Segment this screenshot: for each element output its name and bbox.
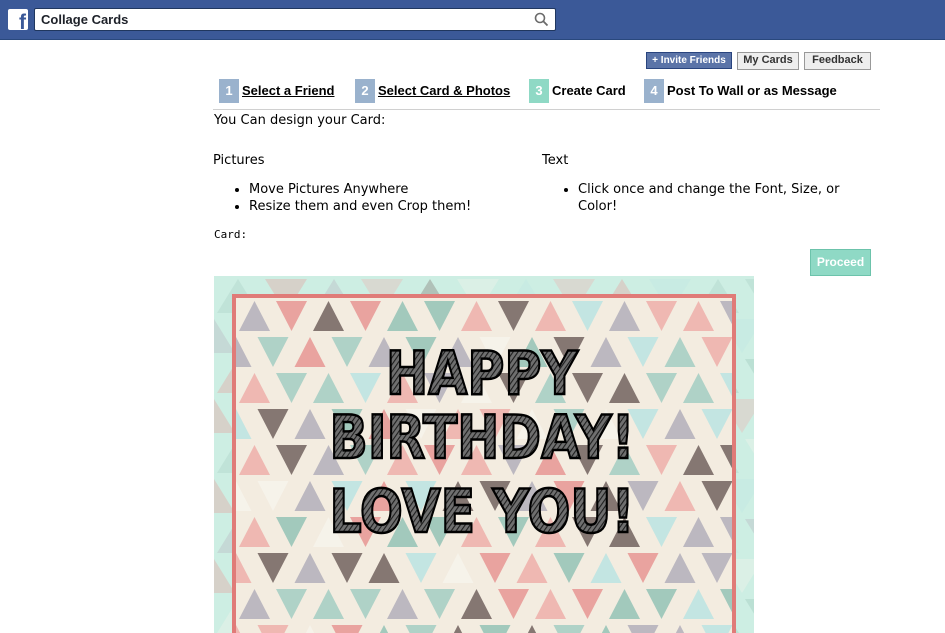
proceed-button[interactable]: Proceed	[810, 249, 871, 276]
step-number: 1	[219, 79, 239, 103]
search-input[interactable]	[41, 10, 521, 29]
feedback-button[interactable]: Feedback	[804, 52, 871, 70]
facebook-logo-letter: f	[19, 11, 26, 30]
pattern-triangle	[331, 625, 363, 633]
step-create-card-label: Create Card	[552, 83, 626, 98]
text-heading: Text	[542, 153, 569, 168]
card-artwork: HAPPY BIRTHDAY! LOVE YOU!	[214, 276, 754, 633]
step-number: 4	[644, 79, 664, 103]
divider	[213, 109, 880, 110]
card-greeting-line[interactable]: LOVE YOU!	[328, 476, 636, 549]
card-greeting-line[interactable]: HAPPY	[385, 338, 581, 411]
step-select-card-photos-link[interactable]: Select Card & Photos	[378, 83, 510, 98]
step-post-to-wall-label: Post To Wall or as Message	[667, 83, 837, 98]
pattern-triangle	[553, 625, 585, 633]
step-number: 2	[355, 79, 375, 103]
facebook-logo-icon[interactable]: f	[8, 9, 28, 30]
intro-text: You Can design your Card:	[214, 113, 386, 128]
card-label: Card:	[214, 228, 248, 241]
card-greeting-line[interactable]: BIRTHDAY!	[328, 402, 636, 475]
step-number: 3	[529, 79, 549, 103]
my-cards-button[interactable]: My Cards	[737, 52, 799, 70]
pictures-list: Move Pictures Anywhere Resize them and e…	[249, 182, 509, 215]
pattern-triangle	[257, 625, 289, 633]
step-select-friend-link[interactable]: Select a Friend	[242, 83, 334, 98]
pattern-triangle	[479, 625, 511, 633]
search-box[interactable]	[34, 8, 556, 31]
birthday-card-canvas[interactable]: HAPPY BIRTHDAY! LOVE YOU!	[214, 276, 754, 633]
text-list: Click once and change the Font, Size, or…	[578, 182, 848, 215]
pattern-triangle	[405, 625, 437, 633]
facebook-top-bar: f	[0, 0, 945, 40]
list-item: Move Pictures Anywhere	[249, 182, 509, 199]
pictures-heading: Pictures	[213, 153, 265, 168]
search-icon[interactable]	[534, 12, 549, 27]
pattern-triangle	[627, 625, 659, 633]
list-item: Resize them and even Crop them!	[249, 199, 509, 216]
list-item: Click once and change the Font, Size, or…	[578, 182, 848, 215]
pattern-triangle	[701, 625, 732, 633]
invite-friends-button[interactable]: + Invite Friends	[646, 52, 732, 69]
